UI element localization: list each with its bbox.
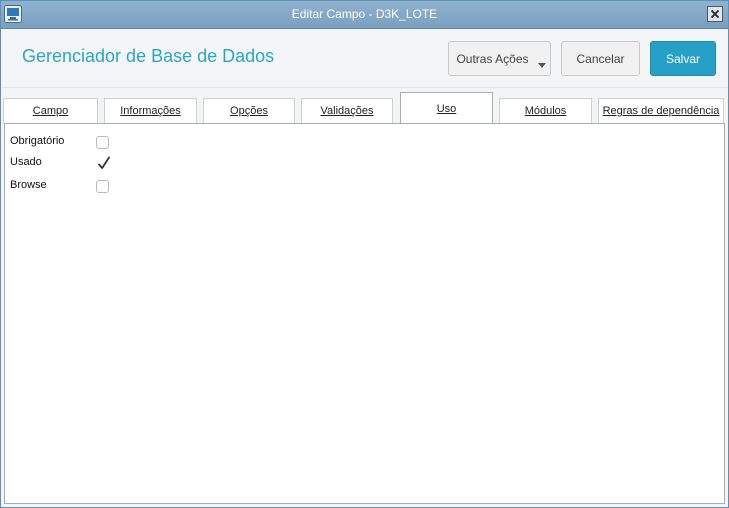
field-label: Obrigatório [10,135,65,147]
usado-checkbox[interactable] [96,156,110,170]
tab-label: Opções [230,105,268,117]
cancel-label: Cancelar [576,51,625,66]
page-title: Gerenciador de Base de Dados [22,46,275,66]
tab-label: Uso [436,102,457,115]
cancel-button[interactable]: Cancelar [561,41,640,76]
tab-campo[interactable]: Campo [3,98,98,123]
tab-label: Validações [320,105,374,117]
tab-validacoes[interactable]: Validações [301,98,393,123]
more-actions-button[interactable]: Outras Ações [448,41,551,76]
more-actions-label: Outras Ações [456,51,529,66]
tab-modulos[interactable]: Módulos [499,98,592,123]
tab-regras-de-dependencia[interactable]: Regras de dependência [598,98,724,123]
tab-uso[interactable]: Uso [400,92,493,124]
tab-label: Informações [120,105,181,117]
field-row-browse: Browse [10,179,210,195]
close-button[interactable] [707,6,723,22]
page-header: Gerenciador de Base de Dados Outras Açõe… [1,29,728,87]
checkmark-icon [98,156,110,169]
save-button[interactable]: Salvar [650,41,716,76]
chevron-down-icon [538,63,546,68]
field-row-obrigatorio: Obrigatório [10,135,210,151]
browse-checkbox[interactable] [96,180,109,193]
tab-label: Módulos [524,105,567,117]
window-title: Editar Campo - D3K_LOTE [291,7,438,21]
tab-opcoes[interactable]: Opções [203,98,295,123]
tab-label: Regras de dependência [602,105,720,117]
tab-panel-uso: Obrigatório Usado Browse [4,123,725,504]
field-row-usado: Usado [10,156,210,172]
tab-informacoes[interactable]: Informações [104,98,197,123]
obrigatorio-checkbox[interactable] [96,136,109,149]
tab-bar: Campo Informações Opções Validações Uso … [1,87,728,124]
save-label: Salvar [665,51,700,66]
title-bar[interactable]: Editar Campo - D3K_LOTE [1,1,728,29]
tab-label: Campo [32,105,69,117]
field-label: Browse [10,179,47,191]
dialog-window: Editar Campo - D3K_LOTE Gerenciador de B… [0,0,729,508]
close-icon [710,5,720,23]
field-label: Usado [10,156,42,168]
